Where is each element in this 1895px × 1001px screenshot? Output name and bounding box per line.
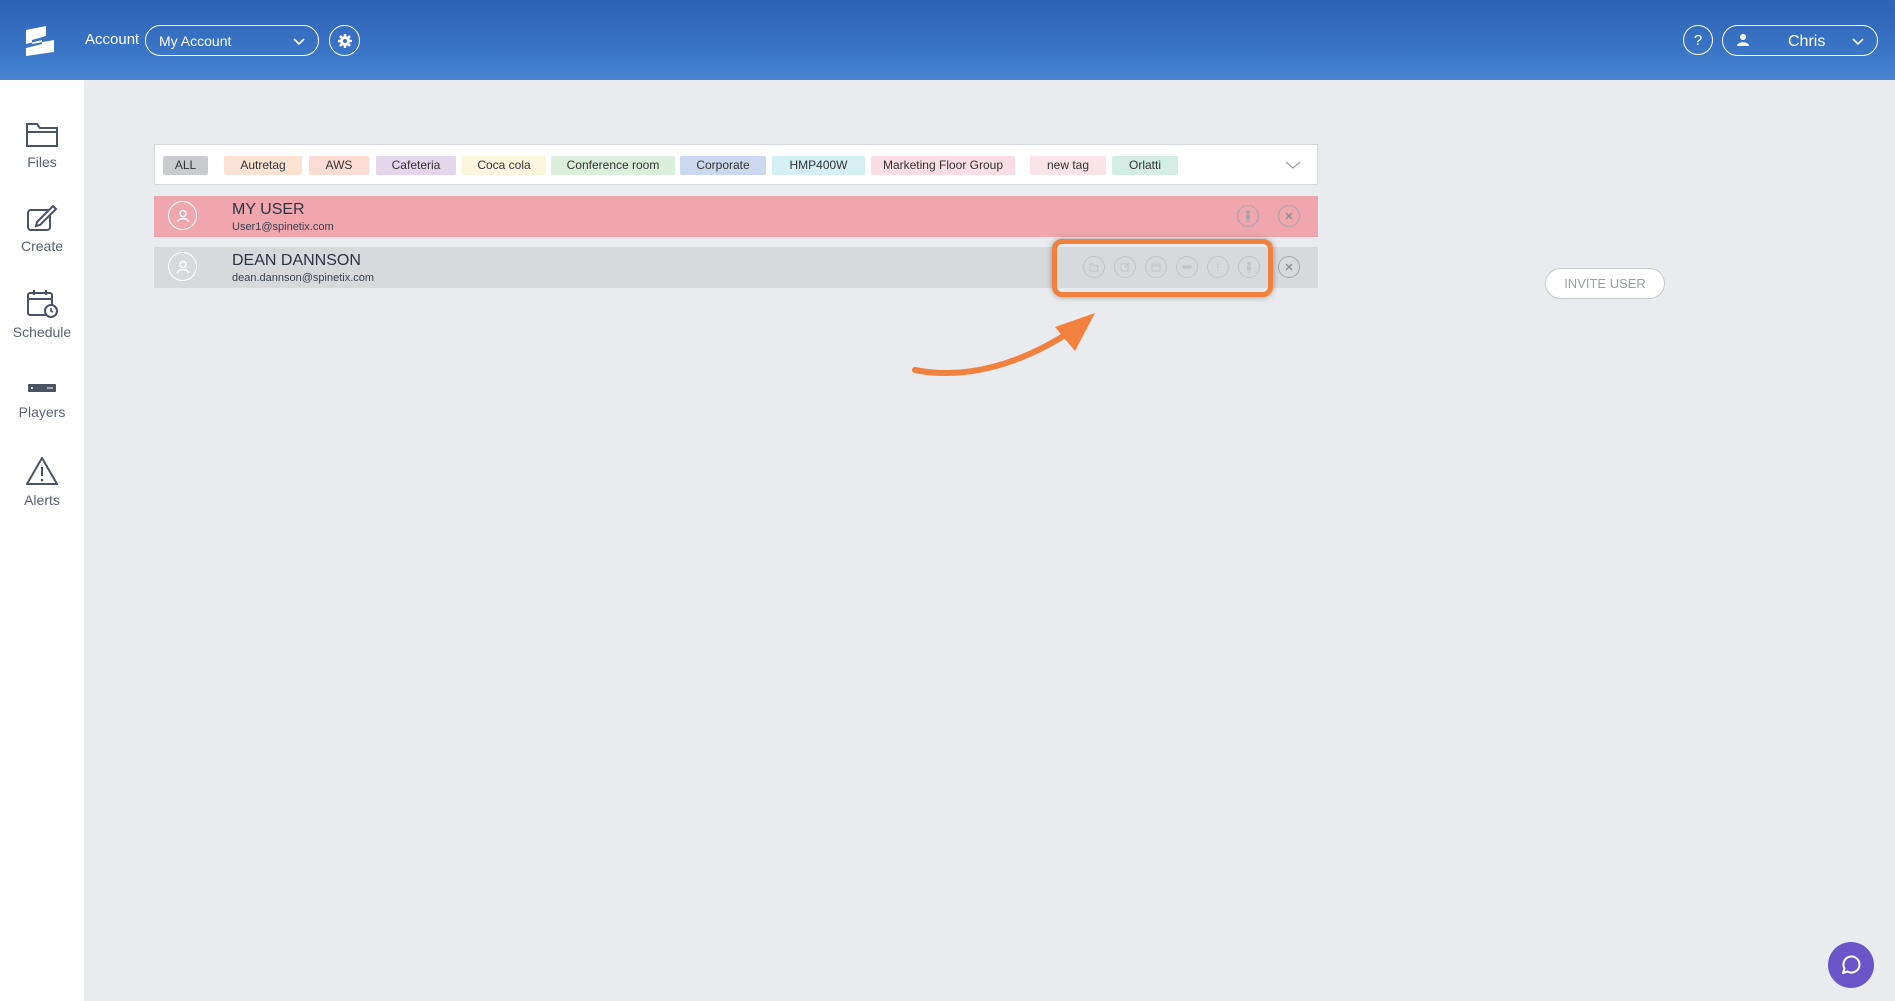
folder-icon [26,123,58,147]
sidebar-item-label: Create [20,238,64,254]
tag-marketing-floor-group[interactable]: Marketing Floor Group [871,156,1015,175]
person-icon [1246,210,1250,222]
tag-aws[interactable]: AWS [309,156,369,175]
tag-hmp400w[interactable]: HMP400W [772,156,865,175]
sidebar-item-label: Schedule [12,324,72,340]
sidebar-item-files[interactable]: Files [0,120,84,170]
user-icon [176,260,189,273]
help-icon: ? [1693,31,1703,49]
top-header: Account My Account ? Chris [0,0,1895,80]
sidebar-item-label: Files [27,154,57,170]
close-icon [1285,212,1293,220]
close-icon [1285,263,1293,271]
avatar [168,201,197,230]
calendar-icon [27,290,58,318]
spinetix-logo-icon[interactable] [24,26,56,56]
chevron-down-icon [1852,38,1864,46]
user-row-my-user[interactable]: MY USER User1@spinetix.com [154,196,1318,237]
player-icon [28,384,56,392]
chevron-down-icon [293,38,305,46]
annotation-arrow-icon [912,313,1095,377]
user-email: User1@spinetix.com [232,221,334,233]
tag-cafeteria[interactable]: Cafeteria [376,156,456,175]
tag-conference-room[interactable]: Conference room [551,156,675,175]
chevron-down-icon[interactable] [1285,159,1301,171]
user-icon [176,209,189,222]
sidebar-item-alerts[interactable]: Alerts [0,456,84,508]
tag-orlatti[interactable]: Orlatti [1112,156,1178,175]
sidebar: Files Create Schedule Players Alerts [0,80,84,1001]
tag-coca-cola[interactable]: Coca cola [462,156,546,175]
user-icon [1737,34,1749,46]
tag-autretag[interactable]: Autretag [224,156,302,175]
account-dropdown-value: My Account [159,33,232,49]
tag-filter-bar: ALL Autretag AWS Cafeteria Coca cola Con… [154,144,1318,185]
remove-user-button[interactable] [1278,256,1300,278]
user-name: DEAN DANNSON [232,252,361,269]
account-label: Account [85,31,140,48]
permissions-highlight-annotation [1052,239,1273,297]
account-settings-button[interactable] [329,25,360,56]
user-name: Chris [1788,33,1826,50]
sidebar-item-players[interactable]: Players [0,378,84,420]
tag-all[interactable]: ALL [163,156,208,175]
sidebar-item-label: Players [18,404,66,420]
user-name: MY USER [232,201,305,218]
user-menu-dropdown[interactable]: Chris [1722,25,1878,56]
user-role-button[interactable] [1237,205,1259,227]
sidebar-item-schedule[interactable]: Schedule [0,288,84,340]
remove-user-button[interactable] [1278,205,1300,227]
gear-icon [337,33,352,48]
sidebar-item-create[interactable]: Create [0,204,84,254]
tag-new-tag[interactable]: new tag [1030,156,1106,175]
alert-icon [26,457,58,485]
create-icon [27,204,58,231]
user-email: dean.dannson@spinetix.com [232,272,375,284]
sidebar-item-label: Alerts [24,492,60,508]
invite-user-button[interactable]: INVITE USER [1545,268,1665,299]
avatar [168,252,197,281]
account-dropdown[interactable]: My Account [145,25,319,56]
chat-bubble-icon [1842,955,1861,974]
tag-corporate[interactable]: Corporate [680,156,766,175]
help-button[interactable]: ? [1683,25,1713,55]
chat-button[interactable] [1828,942,1874,988]
